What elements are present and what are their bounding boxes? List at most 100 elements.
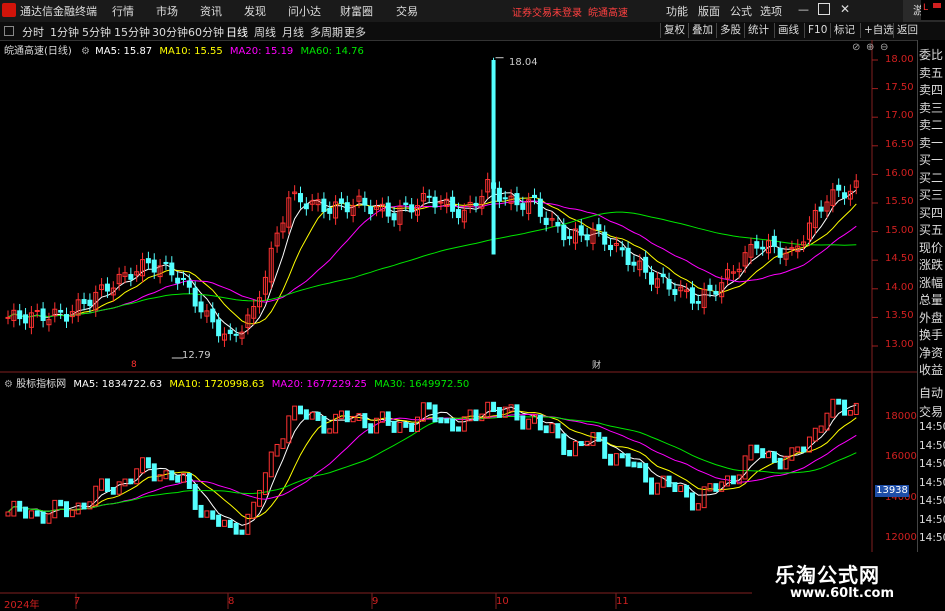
candle-body <box>303 203 309 210</box>
sidepanel-trade-item: 14:50 <box>919 458 945 470</box>
indicator-gear-icon[interactable]: ⚙ <box>4 379 13 390</box>
prev-icon[interactable]: ⊘ <box>852 42 860 53</box>
tab-30min[interactable]: 30分钟 <box>152 24 188 40</box>
finance-marker[interactable]: 财 <box>592 358 601 371</box>
candle-body <box>5 316 11 319</box>
candle-body <box>771 235 777 247</box>
indicator-bar <box>748 444 754 461</box>
quote-side-panel: 委比 卖五 卖四 卖三 卖二 卖一 买一 买二 买三 买四 买五 现价 涨跌 涨幅 总量 外盘 换手 净资 收益 自动… <box>917 40 945 609</box>
candle-body <box>298 193 303 203</box>
indicator-bar <box>368 423 374 434</box>
close-icon[interactable]: ✕ <box>840 2 850 16</box>
menu-bar: 通达信金融终端 行情 市场 资讯 发现 问小达 财富圈 交易 证券交易未登录 皖… <box>0 0 945 23</box>
tab-daily[interactable]: 日线 <box>226 24 248 40</box>
indicator-bar <box>619 453 625 459</box>
indicator-bar <box>292 405 298 421</box>
sidepanel-trade-item: 交易 <box>919 404 944 419</box>
menu-jiaoyi[interactable]: 交易 <box>396 3 418 19</box>
indicator-bar <box>385 411 391 426</box>
indicator-bar <box>771 451 777 463</box>
candle-body <box>619 247 625 251</box>
indicator-bar <box>625 453 631 467</box>
multi-stock-button[interactable]: 多股 <box>716 23 744 38</box>
candle-body <box>543 217 549 225</box>
event-marker[interactable]: 8 <box>131 360 137 370</box>
candle-body <box>169 262 175 276</box>
stats-button[interactable]: 统计 <box>744 23 772 38</box>
indicator-bar <box>315 411 321 421</box>
indicator-bar <box>666 475 672 488</box>
menu-hangqing[interactable]: 行情 <box>112 3 134 19</box>
menu-zixun[interactable]: 资讯 <box>200 3 222 19</box>
menu-gongshi[interactable]: 公式 <box>730 3 752 19</box>
menu-banmian[interactable]: 版面 <box>698 3 720 19</box>
mark-button[interactable]: 标记 <box>830 23 858 38</box>
indicator-bar <box>175 475 181 483</box>
indicator-bar <box>777 457 783 470</box>
tab-fenshi[interactable]: 分时 <box>22 24 44 40</box>
candle-body <box>502 197 508 200</box>
settings-gear-icon[interactable]: ⚙ <box>81 46 90 57</box>
candle-body <box>128 274 134 280</box>
candle-body <box>689 287 695 304</box>
candle-body <box>391 213 397 221</box>
sidepanel-item: 总量 <box>919 293 944 307</box>
indicator-bar <box>99 478 105 491</box>
period-toolbar: 分时 1分钟 5分钟 15分钟 30分钟 60分钟 日线 周线 月线 多周期 更… <box>0 22 945 41</box>
draw-line-button[interactable]: 画线 <box>774 23 802 38</box>
candle-body <box>672 289 678 295</box>
indicator-bar <box>602 436 608 459</box>
indicator-bar <box>362 413 368 429</box>
zoom-out-icon[interactable]: ⊖ <box>880 42 888 53</box>
menu-wenxiaoda[interactable]: 问小达 <box>288 3 321 19</box>
tab-weekly[interactable]: 周线 <box>254 24 276 40</box>
indicator-bar <box>567 449 573 457</box>
candle-body <box>842 192 848 199</box>
menu-caifuquan[interactable]: 财富圈 <box>340 3 373 19</box>
price-tick: 17.00 <box>885 110 914 121</box>
indicator-bar <box>537 414 543 431</box>
indicator-ma-line <box>7 413 857 513</box>
tab-1min[interactable]: 1分钟 <box>50 24 79 40</box>
indicator-bars <box>5 398 859 535</box>
sidepanel-item: 卖三 <box>919 100 944 115</box>
f10-button[interactable]: F10 <box>804 23 830 38</box>
candle-body <box>496 187 502 202</box>
tab-15min[interactable]: 15分钟 <box>114 24 150 40</box>
add-favorite-button[interactable]: +自选 <box>860 23 897 38</box>
maximize-icon[interactable] <box>818 3 830 15</box>
tab-5min[interactable]: 5分钟 <box>82 24 111 40</box>
sidepanel-item: 涨跌 <box>919 258 944 272</box>
layout-icon[interactable] <box>4 26 14 36</box>
back-button[interactable]: 返回 <box>893 23 921 38</box>
sidepanel-trade-item: 14:50 <box>919 439 945 452</box>
overlay-button[interactable]: 叠加 <box>688 23 716 38</box>
trade-status-warning[interactable]: 证券交易未登录 <box>512 4 582 19</box>
price-tick: 15.50 <box>885 196 914 207</box>
price-ma5: MA5: 15.87 <box>95 46 153 57</box>
zoom-in-icon[interactable]: ⊕ <box>866 42 874 53</box>
indicator-bar <box>684 485 690 498</box>
menu-gongneng[interactable]: 功能 <box>666 3 688 19</box>
indicator-bar <box>795 446 801 453</box>
menu-shichang[interactable]: 市场 <box>156 3 178 19</box>
menu-xuanxiang[interactable]: 选项 <box>760 3 782 19</box>
tab-multi-period[interactable]: 多周期 <box>310 24 343 40</box>
indicator-bar <box>5 511 11 517</box>
indicator-bar <box>672 482 678 493</box>
kline-chart[interactable] <box>0 40 917 609</box>
candle-body <box>450 196 456 212</box>
fuquan-button[interactable]: 复权 <box>660 23 688 38</box>
menu-faxian[interactable]: 发现 <box>244 3 266 19</box>
x-axis-label: 7 <box>74 596 81 607</box>
tab-monthly[interactable]: 月线 <box>282 24 304 40</box>
tab-more[interactable]: 更多 <box>344 24 366 40</box>
tab-60min[interactable]: 60分钟 <box>188 24 224 40</box>
candle-body <box>584 234 590 241</box>
price-tick: 16.00 <box>885 168 914 179</box>
candle-body <box>643 256 649 273</box>
indicator-bar <box>836 398 842 405</box>
minimize-icon[interactable]: — <box>798 3 810 16</box>
indicator-bar <box>695 503 701 511</box>
candle-body <box>368 206 374 215</box>
